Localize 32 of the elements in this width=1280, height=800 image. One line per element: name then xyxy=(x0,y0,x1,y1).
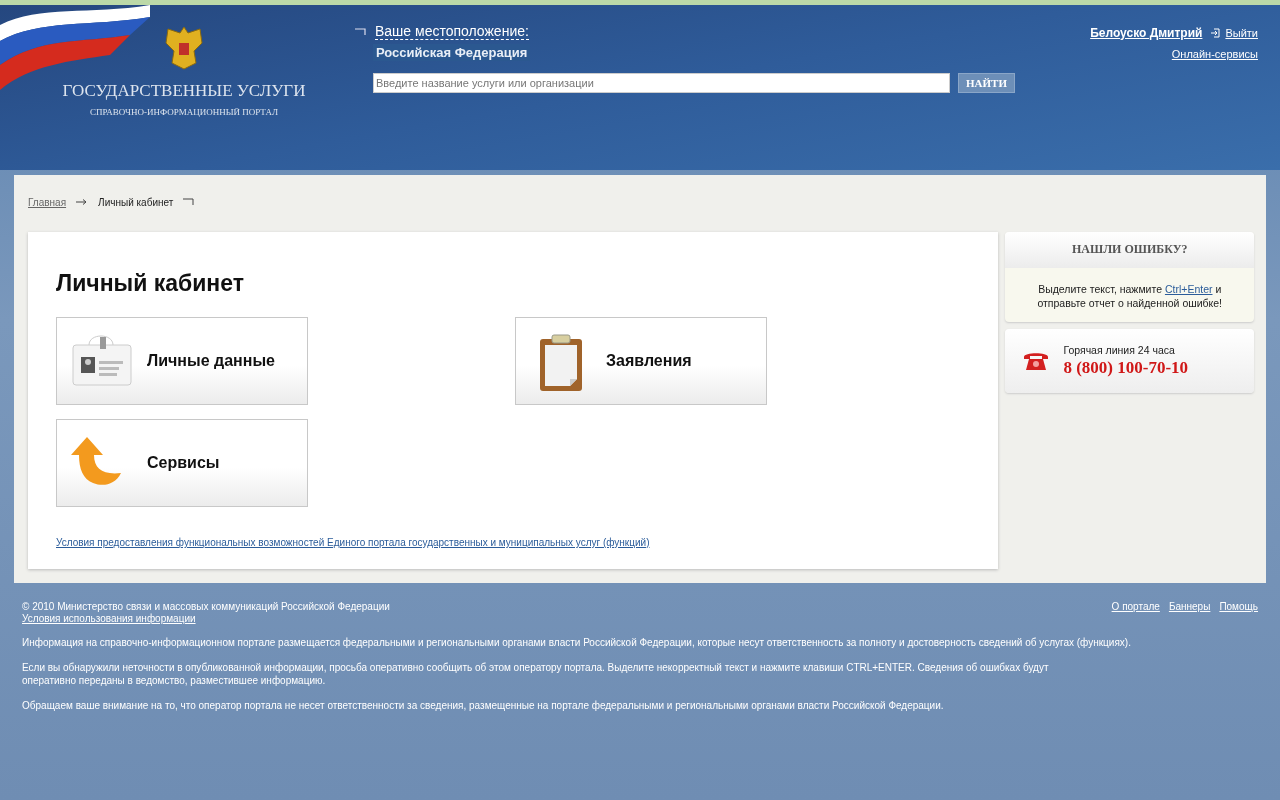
section-tile[interactable]: Заявления xyxy=(515,317,767,405)
error-report-title: НАШЛИ ОШИБКУ? xyxy=(1005,232,1254,268)
breadcrumb-current: Личный кабинет xyxy=(98,196,174,208)
online-services-link[interactable]: Онлайн-сервисы xyxy=(1171,48,1258,60)
page-title: Личный кабинет xyxy=(56,270,245,297)
footer-paragraph: Обращаем ваше внимание на то, что оператор портала не несет ответственности за сведения, размещенные на портале федеральными и региональными органами власти Российской Федерации. xyxy=(22,699,945,712)
search-button[interactable]: НАЙТИ xyxy=(958,73,1015,93)
arrow-icon xyxy=(76,199,89,205)
logout-icon xyxy=(1210,28,1221,38)
footer-paragraph: Если вы обнаружили неточности в опубликованной информации, просьба оперативно сообщить об этом оператору портала. Выделите некорректный текст и нажмите клавиши CTRL+ENTER. Сведения об ошибках будут оперативно переданы в ведомство, разместившее информацию. xyxy=(22,661,1050,687)
ctrl-enter-link[interactable]: Ctrl+Enter xyxy=(1164,283,1213,295)
hotline-label: Горячая линия 24 часа xyxy=(1063,344,1176,356)
breadcrumb-link[interactable]: Главная xyxy=(28,196,67,208)
error-report-text: Выделите текст, нажмите Ctrl+Enter и отправьте отчет о найденной ошибке! xyxy=(1036,282,1223,311)
terms-of-use-link[interactable]: Условия использования информации xyxy=(22,613,390,624)
footer-link[interactable]: Баннеры xyxy=(1168,601,1211,624)
portal-title: ГОСУДАРСТВЕННЫЕ УСЛУГИ xyxy=(62,81,306,101)
section-tile[interactable]: Сервисы xyxy=(56,419,308,507)
location-link[interactable]: Ваше местоположение: xyxy=(375,23,529,40)
telephone-icon xyxy=(1023,351,1050,371)
user-name-link[interactable]: Белоуско Дмитрий xyxy=(1090,26,1203,40)
footer-link[interactable]: О портале xyxy=(1111,601,1160,624)
copyright-text: © 2010 Министерство связи и массовых коммуникаций Российской Федерации xyxy=(22,601,390,612)
section-tile[interactable]: Личные данные xyxy=(56,317,308,405)
portal-subtitle: СПРАВОЧНО-ИНФОРМАЦИОННЫЙ ПОРТАЛ xyxy=(89,107,279,117)
logout-link[interactable]: Выйти xyxy=(1225,27,1258,39)
footer-link[interactable]: Помощь xyxy=(1219,601,1258,624)
footer-paragraph: Информация на справочно-информационном портале размещается федеральными и региональными органами власти Российской Федерации, которые несут ответственность за полноту и достоверность сведений об услугах (функциях). xyxy=(22,636,1132,649)
hotline-phone: 8 (800) 100-70-10 xyxy=(1063,358,1189,378)
location-value: Российская Федерация xyxy=(373,44,531,61)
terms-link[interactable]: Условия предоставления функциональных возможностей Единого портала государственных и муниципальных услуг (функций) xyxy=(56,537,971,548)
search-field[interactable]: Введите название услуги или организации xyxy=(373,73,951,93)
